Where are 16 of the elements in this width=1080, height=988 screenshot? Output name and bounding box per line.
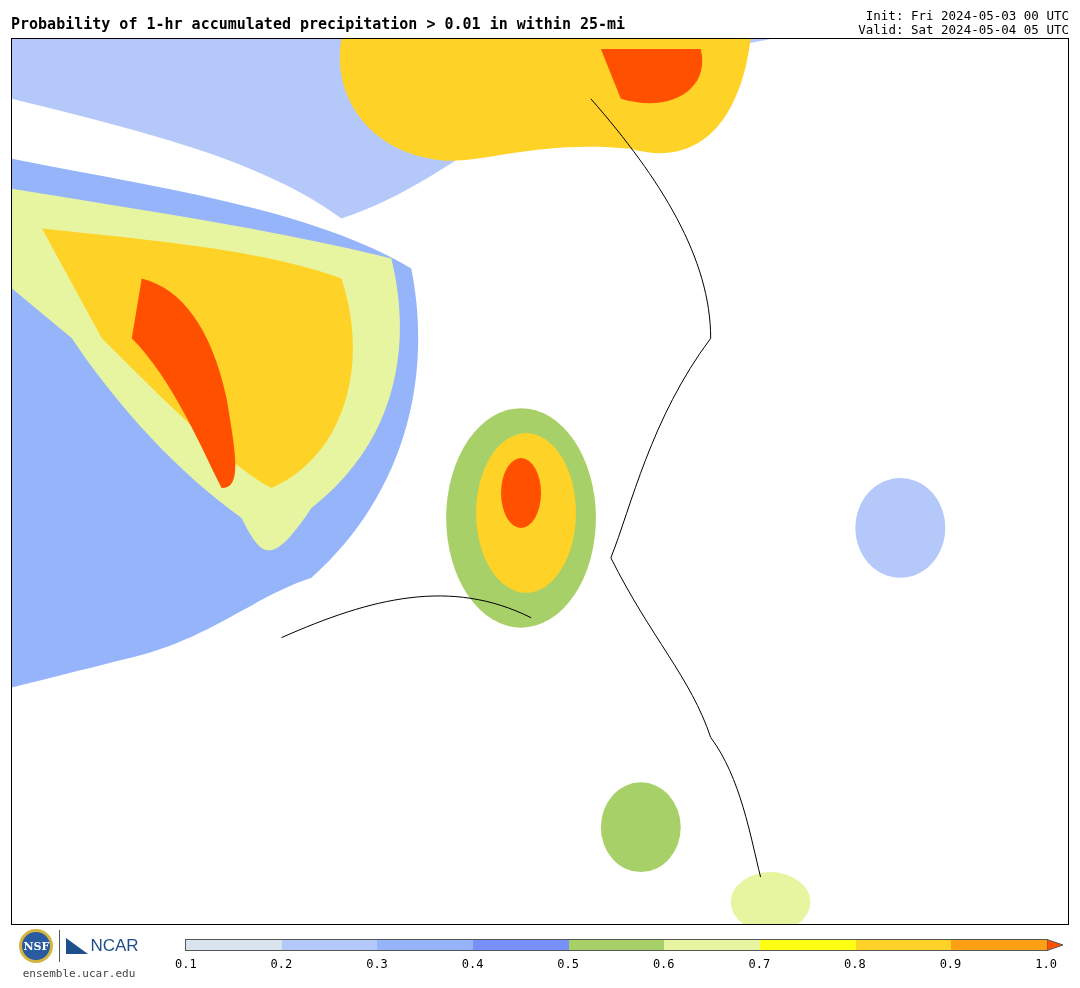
chart-title: Probability of 1-hr accumulated precipitation > 0.01 in within 25-mi bbox=[11, 15, 626, 35]
tick-label: 0.4 bbox=[461, 957, 484, 971]
tick-label: 0.5 bbox=[557, 957, 579, 971]
tick-label: 0.2 bbox=[270, 957, 293, 971]
tick-label: 0.1 bbox=[175, 957, 197, 971]
tick-label: 0.6 bbox=[652, 957, 675, 971]
seal-logo: NSF bbox=[19, 929, 54, 963]
site-url: ensemble.ucar.edu bbox=[22, 967, 136, 980]
logo-text: NCAR bbox=[90, 936, 139, 956]
tick-label: 0.3 bbox=[366, 957, 388, 971]
tick-label: 0.8 bbox=[844, 957, 866, 971]
valid-time: Valid: Sat 2024-05-04 05 UTC bbox=[858, 23, 1069, 37]
tick-label: 0.9 bbox=[939, 957, 962, 971]
tick-label: 0.7 bbox=[748, 957, 771, 971]
tick-label: 1.0 bbox=[1035, 957, 1057, 971]
init-time: Init: Fri 2024-05-03 00 UTC bbox=[865, 9, 1069, 23]
